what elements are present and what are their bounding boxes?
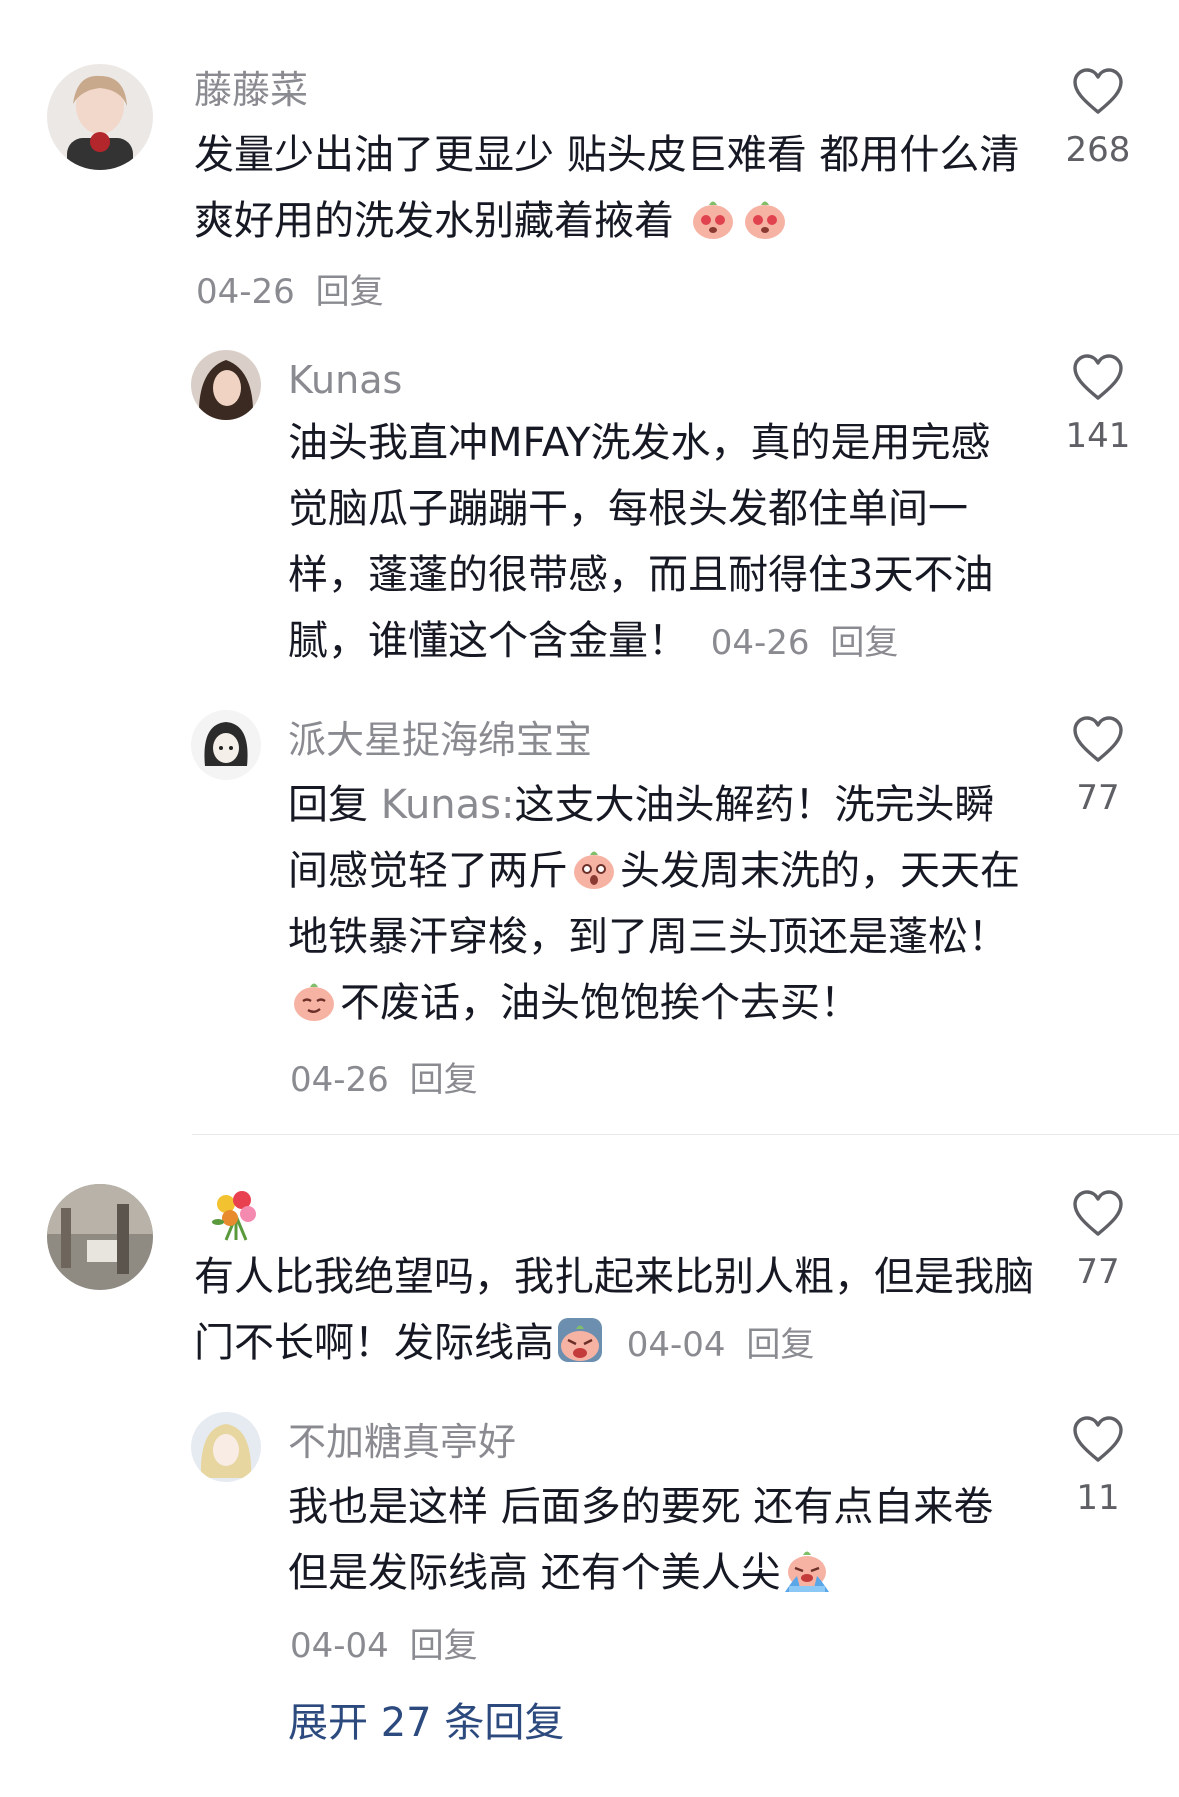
comment-text: 发量少出油了更显少 贴头皮巨难看 都用什么清爽好用的洗发水别藏着掖着 (194, 122, 1034, 254)
reply-button[interactable]: 回复 (410, 1626, 478, 1666)
like-button[interactable]: 77 (1043, 716, 1153, 820)
avatar[interactable] (47, 1184, 153, 1290)
comment-username[interactable]: 藤藤菜 (194, 66, 308, 114)
comment-username[interactable]: 派大星捉海绵宝宝 (288, 716, 592, 764)
like-count: 268 (1065, 130, 1131, 170)
reply-button[interactable]: 回复 (410, 1060, 478, 1100)
comment-body: 有人比我绝望吗，我扎起来比别人粗，但是我脑门不长啊！发际线高 (194, 1254, 1034, 1366)
flower-bouquet-emoji (208, 1186, 264, 1242)
reply-button[interactable]: 回复 (830, 623, 898, 663)
comment-date: 04-26 (710, 623, 810, 663)
reply-button[interactable]: 回复 (316, 272, 384, 312)
comment-username[interactable]: Kunas (288, 356, 402, 404)
avatar[interactable] (191, 1412, 261, 1482)
comment-text: 回复 Kunas:这支大油头解药！洗完头瞬间感觉轻了两斤 头发周末洗的，天天在地铁… (288, 772, 1033, 1036)
like-button[interactable]: 268 (1043, 68, 1153, 172)
comment-meta: 04-26 回复 (711, 623, 899, 663)
like-count: 141 (1065, 416, 1131, 456)
avatar[interactable] (191, 350, 261, 420)
like-count: 11 (1076, 1478, 1120, 1518)
comment-text: 有人比我绝望吗，我扎起来比别人粗，但是我脑门不长啊！发际线高 04-04 回复 (194, 1244, 1034, 1378)
heart-icon (1073, 1190, 1123, 1236)
like-button[interactable]: 11 (1043, 1416, 1153, 1520)
like-count: 77 (1076, 778, 1120, 818)
comment-meta: 04-26 回复 (196, 264, 384, 313)
blush-emoji (692, 201, 733, 239)
thread-divider (192, 1134, 1179, 1135)
heart-icon (1073, 1416, 1123, 1462)
sobbing-emoji (784, 1551, 829, 1592)
blush-emoji (744, 201, 785, 239)
comment-meta: 04-04 回复 (290, 1618, 478, 1667)
comment-meta: 04-26 回复 (290, 1052, 478, 1101)
comment-text: 油头我直冲MFAY洗发水，真的是用完感觉脑瓜子蹦蹦干，每根头发都住单间一样，蓬蓬… (288, 410, 1023, 676)
reply-to-username[interactable]: Kunas: (381, 782, 515, 828)
like-button[interactable]: 77 (1043, 1190, 1153, 1294)
comment-date: 04-26 (290, 1060, 389, 1100)
expand-replies-button[interactable]: 展开 27 条回复 (288, 1690, 564, 1748)
heart-icon (1073, 68, 1123, 114)
crying-emoji (558, 1318, 602, 1362)
comment-body: 发量少出油了更显少 贴头皮巨难看 都用什么清爽好用的洗发水别藏着掖着 (194, 132, 1020, 244)
reply-button[interactable]: 回复 (746, 1325, 814, 1365)
comment-body: 我也是这样 后面多的要死 还有点自来卷 但是发际线高 还有个美人尖 (288, 1484, 994, 1596)
heart-icon (1073, 716, 1123, 762)
comment-date: 04-04 (290, 1626, 389, 1666)
comment-date: 04-04 (626, 1325, 726, 1365)
comment-username[interactable]: 不加糖真亭好 (288, 1418, 516, 1466)
smug-emoji (294, 983, 334, 1021)
avatar[interactable] (47, 64, 153, 170)
comment-date: 04-26 (196, 272, 295, 312)
avatar[interactable] (191, 710, 261, 780)
reply-prefix: 回复 (288, 782, 368, 828)
like-count: 77 (1076, 1252, 1120, 1292)
comment-text: 我也是这样 后面多的要死 还有点自来卷 但是发际线高 还有个美人尖 (288, 1474, 1008, 1606)
heart-icon (1073, 354, 1123, 400)
comment-meta: 04-04 回复 (627, 1325, 815, 1365)
surprised-emoji (574, 851, 614, 889)
like-button[interactable]: 141 (1043, 354, 1153, 458)
comment-body: 不废话，油头饱饱挨个去买！ (340, 980, 860, 1026)
